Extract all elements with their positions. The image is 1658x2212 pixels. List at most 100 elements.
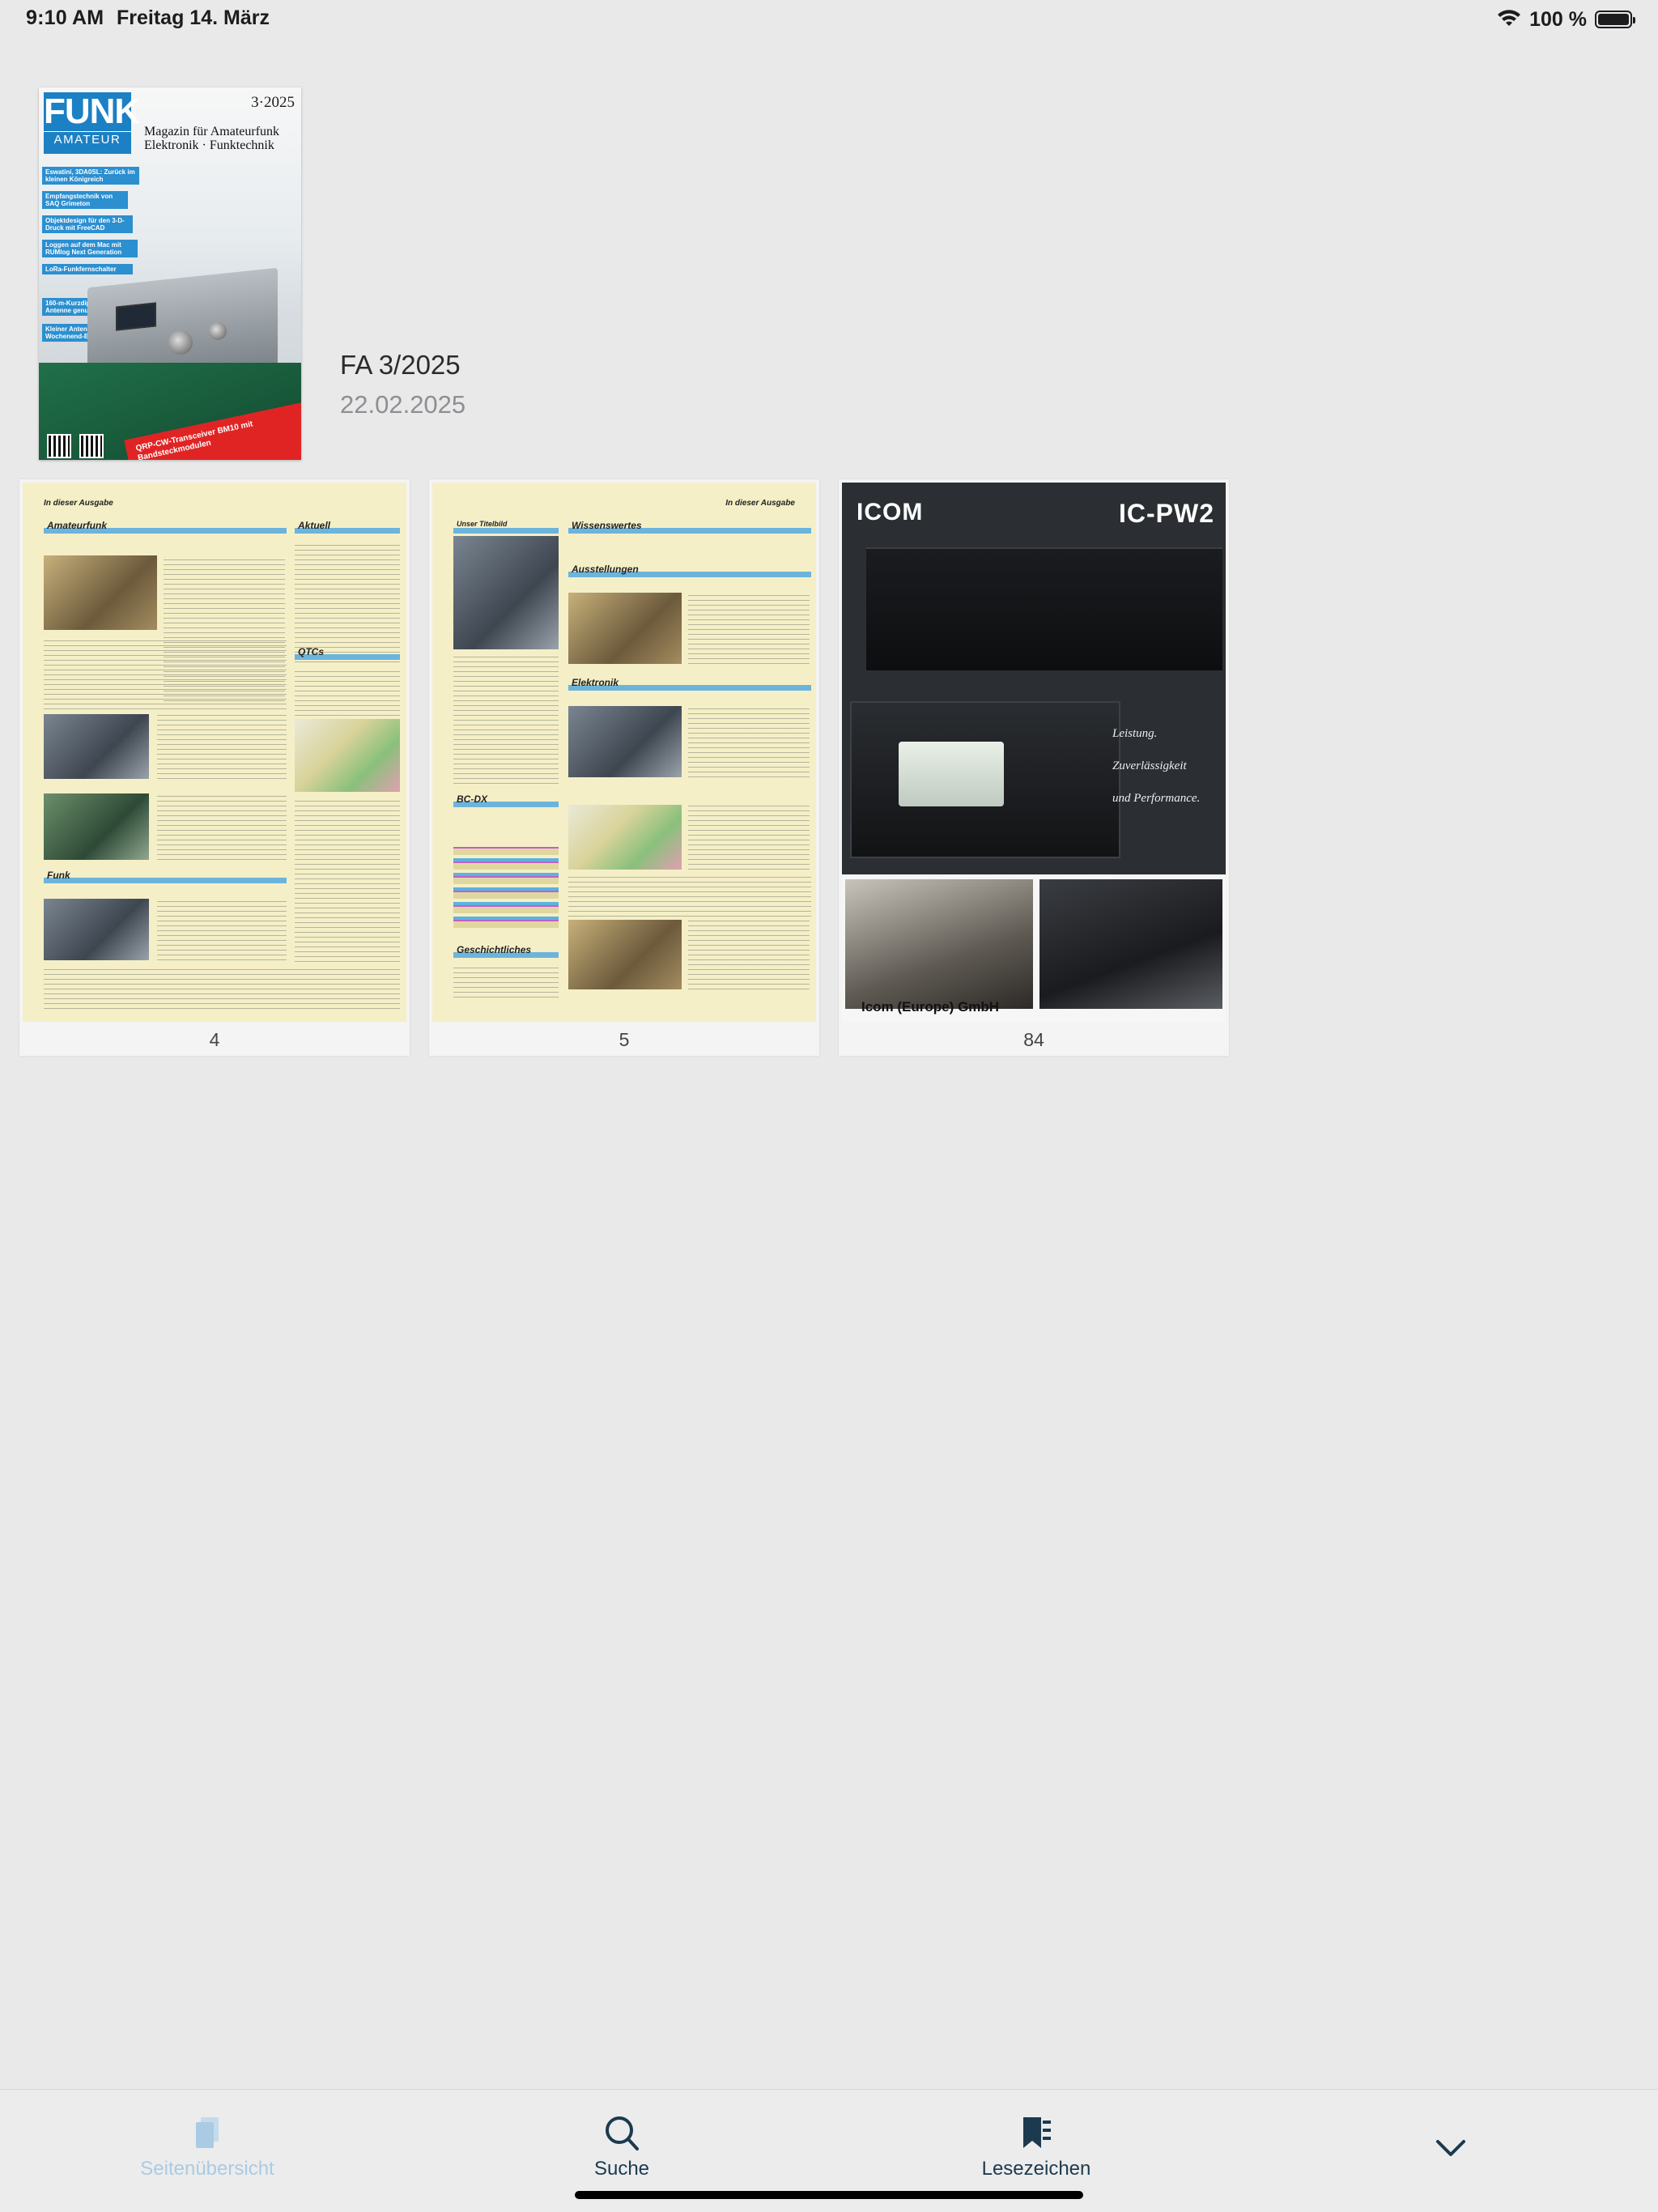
ad-brand-logo: ICOM — [857, 499, 924, 525]
cover-knob — [168, 330, 193, 355]
status-date: Freitag 14. März — [117, 6, 270, 29]
ad-amplifier-meter — [899, 742, 1004, 806]
pages-icon — [196, 2117, 219, 2148]
toc-text-block — [568, 876, 811, 917]
qr-code-icon — [79, 434, 104, 458]
cover-headline: Eswatini, 3DA0SL: Zurück im kleinen Köni… — [42, 167, 139, 185]
toc-text-block — [157, 714, 287, 779]
toc-text-block — [295, 667, 400, 716]
toc-photo — [44, 714, 149, 779]
toc-section-title: Amateurfunk — [47, 520, 108, 531]
toc-section-title: Funk — [47, 870, 70, 881]
page-number: 4 — [209, 1029, 220, 1050]
toc-section-bar — [453, 528, 559, 534]
wifi-icon — [1498, 10, 1521, 26]
toc-section-bar — [44, 878, 287, 883]
tab-bookmarks[interactable]: Lesezeichen — [915, 2090, 1158, 2187]
ad-footer: Icom (Europe) GmbH — [842, 874, 1226, 1022]
toc-header: In dieser Ausgabe — [44, 499, 113, 508]
toc-text-block — [688, 920, 810, 989]
toc-section-title: Ausstellungen — [572, 564, 639, 575]
cover-tagline: Magazin für Amateurfunk Elektronik · Fun… — [144, 125, 279, 152]
logo-amateur: AMATEUR — [44, 131, 131, 148]
toc-text-block — [295, 800, 400, 962]
page-thumbnail-4[interactable]: In dieser Ausgabe Amateurfunk Aktuell QT… — [19, 479, 410, 1056]
toc-text-block — [157, 793, 287, 860]
cover-headline: Loggen auf dem Mac mit RUMlog Next Gener… — [42, 240, 138, 257]
magazine-logo: FUNK AMATEUR — [44, 91, 140, 154]
toc-photo — [453, 536, 559, 649]
tab-search[interactable]: Suche — [500, 2090, 743, 2187]
battery-icon — [1595, 11, 1635, 28]
logo-funk: FUNK — [44, 91, 140, 131]
chevron-down-icon — [1436, 2140, 1465, 2156]
tab-label: Suche — [593, 2158, 650, 2180]
toc-text-block — [688, 706, 810, 777]
toc-header: In dieser Ausgabe — [725, 499, 795, 508]
toc-section-title: Elektronik — [572, 677, 619, 688]
toc-photo — [568, 920, 682, 989]
cover-tagline-2: Elektronik · Funktechnik — [144, 138, 274, 152]
page-thumbnail-5[interactable]: In dieser Ausgabe Unser Titelbild Wissen… — [429, 479, 819, 1056]
collapse-button[interactable] — [1329, 2090, 1572, 2187]
toc-photo — [44, 555, 157, 630]
ad-slogan-line: Leistung. — [1112, 727, 1158, 740]
tab-page-overview[interactable]: Seitenübersicht — [86, 2090, 329, 2187]
page-thumbnail-84[interactable]: ICOM IC-PW2 Leistung. Zuverlässigkeit un… — [839, 479, 1229, 1056]
cover-headline: Empfangstechnik von SAQ Grimeton — [42, 191, 128, 209]
toc-qsl-card — [295, 719, 400, 792]
tab-label: Seitenübersicht — [140, 2158, 274, 2180]
page-preview: In dieser Ausgabe Unser Titelbild Wissen… — [432, 483, 816, 1022]
toc-photo — [568, 593, 682, 664]
page-preview: In dieser Ausgabe Amateurfunk Aktuell QT… — [23, 483, 406, 1022]
issue-cover[interactable]: FUNK AMATEUR 3·2025 Magazin für Amateurf… — [39, 87, 301, 460]
ad-amplifier-image — [866, 547, 1222, 670]
issue-title: FA 3/2025 — [340, 350, 461, 380]
ad-photo — [1039, 879, 1222, 1009]
toc-section-title: Aktuell — [298, 520, 331, 531]
toc-text-block — [295, 541, 400, 662]
toc-diagram — [568, 805, 682, 870]
page-number: 84 — [1023, 1029, 1044, 1050]
screen: 9:10 AM Freitag 14. März 100 % FUNK AMAT… — [0, 0, 1658, 2212]
toc-section-title: Wissenswertes — [572, 520, 642, 531]
home-indicator[interactable] — [575, 2191, 1083, 2199]
toc-section-title: BC-DX — [457, 793, 487, 805]
toc-text-block — [44, 636, 287, 709]
page-preview: ICOM IC-PW2 Leistung. Zuverlässigkeit un… — [842, 483, 1226, 1022]
cover-knob — [209, 322, 227, 340]
toc-text-block — [157, 899, 287, 960]
ad-company-name: Icom (Europe) GmbH — [861, 999, 1000, 1015]
issue-date: 22.02.2025 — [340, 390, 466, 419]
bookmark-icon — [1023, 2117, 1051, 2148]
ad-photo — [845, 879, 1033, 1009]
qr-code-icon — [47, 434, 71, 458]
status-bar: 9:10 AM Freitag 14. März 100 % — [0, 0, 1658, 39]
page-number: 5 — [619, 1029, 630, 1050]
toc-text-block — [453, 654, 559, 784]
toc-photo — [44, 899, 149, 960]
search-icon — [606, 2116, 639, 2150]
toc-frequency-table — [453, 847, 559, 928]
toc-section-title: QTCs — [298, 646, 325, 657]
cover-tagline-1: Magazin für Amateurfunk — [144, 125, 280, 138]
cover-headline: LoRa-Funkfernschalter — [42, 264, 133, 274]
toc-text-block — [688, 593, 810, 664]
toc-photo — [44, 793, 149, 860]
cover-issue-number: 3·2025 — [251, 94, 295, 111]
cover-headline: Objektdesign für den 3-D-Druck mit FreeC… — [42, 215, 133, 233]
toc-section-title: Unser Titelbild — [457, 520, 508, 528]
toc-text-block — [44, 968, 400, 1009]
toc-text-block — [688, 805, 810, 870]
ad-model-name: IC-PW2 — [1119, 499, 1214, 528]
status-time: 9:10 AM — [26, 6, 104, 29]
ad-slogan-line: Zuverlässigkeit — [1112, 759, 1187, 772]
toc-photo — [568, 706, 682, 777]
battery-percentage: 100 % — [1529, 7, 1587, 31]
toc-text-block — [453, 965, 559, 998]
tab-label: Lesezeichen — [981, 2158, 1091, 2180]
ad-slogan-line: und Performance. — [1112, 792, 1201, 805]
status-indicators: 100 % — [1497, 6, 1635, 32]
toc-section-title: Geschichtliches — [457, 944, 532, 955]
cover-transceiver-display — [116, 302, 156, 331]
